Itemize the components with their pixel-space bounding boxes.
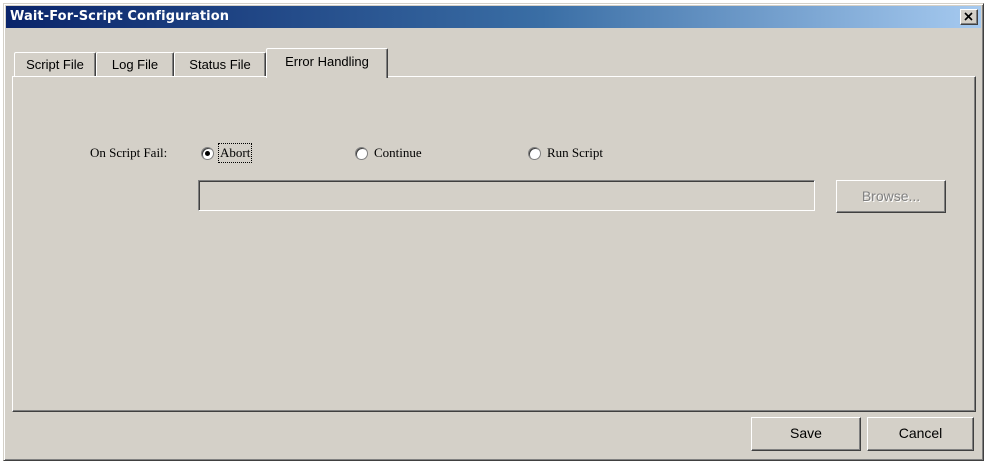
title-bar[interactable]: Wait-For-Script Configuration: [6, 6, 981, 28]
tab-label: Status File: [189, 57, 251, 72]
tab-log-file[interactable]: Log File: [96, 52, 174, 76]
config-dialog: Wait-For-Script Configuration Script Fil…: [3, 3, 984, 461]
tab-label: Script File: [26, 57, 84, 72]
close-button[interactable]: [960, 9, 978, 25]
window-title: Wait-For-Script Configuration: [10, 9, 230, 24]
tab-script-file[interactable]: Script File: [14, 52, 96, 76]
cancel-button[interactable]: Cancel: [867, 417, 974, 451]
tab-label: Error Handling: [285, 54, 369, 69]
tab-status-file[interactable]: Status File: [174, 52, 266, 76]
tab-error-handling[interactable]: Error Handling: [266, 48, 388, 78]
close-icon: [964, 12, 973, 21]
error-handling-panel: [12, 76, 976, 412]
save-button[interactable]: Save: [751, 417, 861, 451]
tab-label: Log File: [111, 57, 159, 72]
